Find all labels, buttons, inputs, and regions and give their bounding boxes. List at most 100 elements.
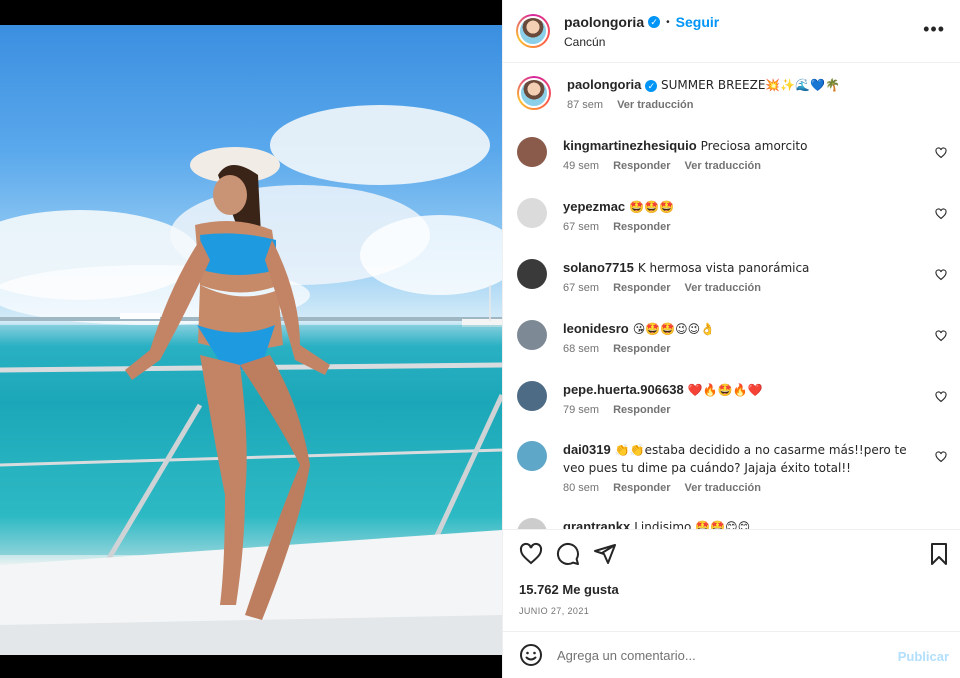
comment-body: leonidesro 😘🤩🤩😉😉👌 68 sem Responder (563, 320, 923, 355)
heart-icon[interactable] (935, 147, 947, 159)
comment-age: 80 sem (563, 482, 600, 494)
caption-age: 87 sem (567, 99, 604, 111)
comment-text-line: solano7715 K hermosa vista panorámica (563, 259, 923, 277)
comment-text: K hermosa vista panorámica (637, 261, 810, 275)
comment-item: kingmartinezhesiquio Preciosa amorcito 49… (517, 137, 947, 172)
comment-body: grantrankx Lindisimo 🤩🤩😊😊 (563, 518, 923, 529)
verified-icon: ✓ (645, 80, 658, 92)
comment-body: dai0319 👏👏estaba decidido a no casarme má… (563, 441, 923, 494)
like-icon[interactable] (519, 542, 543, 566)
caption: paolongoria ✓ SUMMER BREEZE💥✨🌊💙🌴 87 sem V… (517, 76, 947, 111)
comment-item: pepe.huerta.906638 ❤️🔥🤩🔥❤️ 79 sem Responde… (517, 381, 947, 416)
comment-username[interactable]: yepezmac (563, 199, 625, 214)
comment-item: yepezmac 🤩🤩🤩 67 sem Responder (517, 198, 947, 233)
post-photo[interactable] (0, 25, 502, 655)
reply-button[interactable]: Responder (613, 343, 670, 355)
comment-text-line: pepe.huerta.906638 ❤️🔥🤩🔥❤️ (563, 381, 923, 399)
comment-item: dai0319 👏👏estaba decidido a no casarme má… (517, 441, 947, 494)
publish-button[interactable]: Publicar (898, 649, 949, 664)
comment-body: kingmartinezhesiquio Preciosa amorcito 49… (563, 137, 923, 172)
comment-text: ❤️🔥🤩🔥❤️ (687, 383, 763, 397)
caption-meta: 87 sem Ver traducción (567, 99, 927, 111)
header-line: paolongoria ✓ • Seguir (564, 13, 719, 31)
caption-body: paolongoria ✓ SUMMER BREEZE💥✨🌊💙🌴 87 sem V… (567, 76, 927, 111)
comment-text: 🤩🤩🤩 (629, 200, 674, 214)
comment-text-line: yepezmac 🤩🤩🤩 (563, 198, 923, 216)
comment-username[interactable]: solano7715 (563, 260, 634, 275)
heart-icon[interactable] (935, 451, 947, 463)
caption-translate-link[interactable]: Ver traducción (617, 99, 693, 111)
likes-count[interactable]: 15.762 Me gusta (519, 582, 619, 597)
comment-age: 67 sem (563, 221, 600, 233)
commenter-avatar[interactable] (517, 518, 547, 529)
reply-button[interactable]: Responder (613, 482, 670, 494)
reply-button[interactable]: Responder (613, 160, 670, 172)
caption-avatar[interactable] (517, 76, 551, 110)
comment-icon[interactable] (556, 542, 580, 566)
save-icon[interactable] (927, 542, 951, 566)
comment-text-line: grantrankx Lindisimo 🤩🤩😊😊 (563, 518, 923, 529)
post-date: JUNIO 27, 2021 (519, 606, 590, 616)
comment-username[interactable]: dai0319 (563, 442, 611, 457)
comment-meta: 80 sem Responder Ver traducción (563, 482, 923, 494)
translate-link[interactable]: Ver traducción (685, 482, 761, 494)
reply-button[interactable]: Responder (613, 221, 670, 233)
share-icon[interactable] (593, 542, 617, 566)
commenter-avatar[interactable] (517, 381, 547, 411)
commenter-avatar[interactable] (517, 198, 547, 228)
comment-username[interactable]: kingmartinezhesiquio (563, 138, 697, 153)
caption-username[interactable]: paolongoria (567, 77, 641, 92)
comment-meta: 68 sem Responder (563, 343, 923, 355)
commenter-avatar[interactable] (517, 137, 547, 167)
commenter-avatar[interactable] (517, 320, 547, 350)
follow-button[interactable]: Seguir (676, 14, 720, 30)
comment-age: 68 sem (563, 343, 600, 355)
comment-input[interactable] (557, 647, 877, 663)
reply-button[interactable]: Responder (613, 404, 670, 416)
post-location[interactable]: Cancún (564, 35, 719, 49)
comment-meta: 79 sem Responder (563, 404, 923, 416)
commenter-avatar[interactable] (517, 259, 547, 289)
comment-item: solano7715 K hermosa vista panorámica 67 … (517, 259, 947, 294)
photo-illustration (0, 105, 502, 655)
post-sidebar: paolongoria ✓ • Seguir Cancún ••• paolon… (502, 0, 960, 678)
author-avatar[interactable] (516, 14, 550, 48)
translate-link[interactable]: Ver traducción (685, 160, 761, 172)
author-username[interactable]: paolongoria (564, 14, 644, 30)
translate-link[interactable]: Ver traducción (685, 282, 761, 294)
comment-username[interactable]: pepe.huerta.906638 (563, 382, 684, 397)
comment-username[interactable]: leonidesro (563, 321, 629, 336)
header-text: paolongoria ✓ • Seguir Cancún (564, 13, 719, 49)
comment-text-line: leonidesro 😘🤩🤩😉😉👌 (563, 320, 923, 338)
comment-age: 79 sem (563, 404, 600, 416)
comment-text: Preciosa amorcito (700, 139, 808, 153)
comment-text-line: kingmartinezhesiquio Preciosa amorcito (563, 137, 923, 155)
more-icon[interactable]: ••• (923, 20, 945, 38)
comment-text: Lindisimo 🤩🤩😊😊 (634, 520, 751, 529)
comment-text-line: dai0319 👏👏estaba decidido a no casarme má… (563, 441, 923, 477)
author-avatar-image (518, 16, 548, 46)
comment-text: 👏👏estaba decidido a no casarme más!!pero… (563, 443, 907, 475)
comment-meta: 49 sem Responder Ver traducción (563, 160, 923, 172)
emoji-icon[interactable] (519, 643, 543, 667)
post-header: paolongoria ✓ • Seguir Cancún ••• (503, 0, 960, 63)
comment-username[interactable]: grantrankx (563, 519, 630, 529)
comment-body: yepezmac 🤩🤩🤩 67 sem Responder (563, 198, 923, 233)
comment-composer: Publicar (503, 631, 960, 678)
heart-icon[interactable] (935, 391, 947, 403)
heart-icon[interactable] (935, 269, 947, 281)
commenter-avatar[interactable] (517, 441, 547, 471)
photo-pane (0, 0, 502, 678)
comment-body: pepe.huerta.906638 ❤️🔥🤩🔥❤️ 79 sem Responde… (563, 381, 923, 416)
caption-text-line: paolongoria ✓ SUMMER BREEZE💥✨🌊💙🌴 (567, 76, 927, 94)
verified-icon: ✓ (648, 16, 661, 28)
comment-age: 49 sem (563, 160, 600, 172)
heart-icon[interactable] (935, 208, 947, 220)
caption-text: SUMMER BREEZE💥✨🌊💙🌴 (661, 78, 841, 92)
heart-icon[interactable] (935, 330, 947, 342)
reply-button[interactable]: Responder (613, 282, 670, 294)
comment-age: 67 sem (563, 282, 600, 294)
comment-meta: 67 sem Responder Ver traducción (563, 282, 923, 294)
comments-list[interactable]: paolongoria ✓ SUMMER BREEZE💥✨🌊💙🌴 87 sem V… (503, 64, 960, 529)
separator-dot: • (666, 16, 670, 28)
